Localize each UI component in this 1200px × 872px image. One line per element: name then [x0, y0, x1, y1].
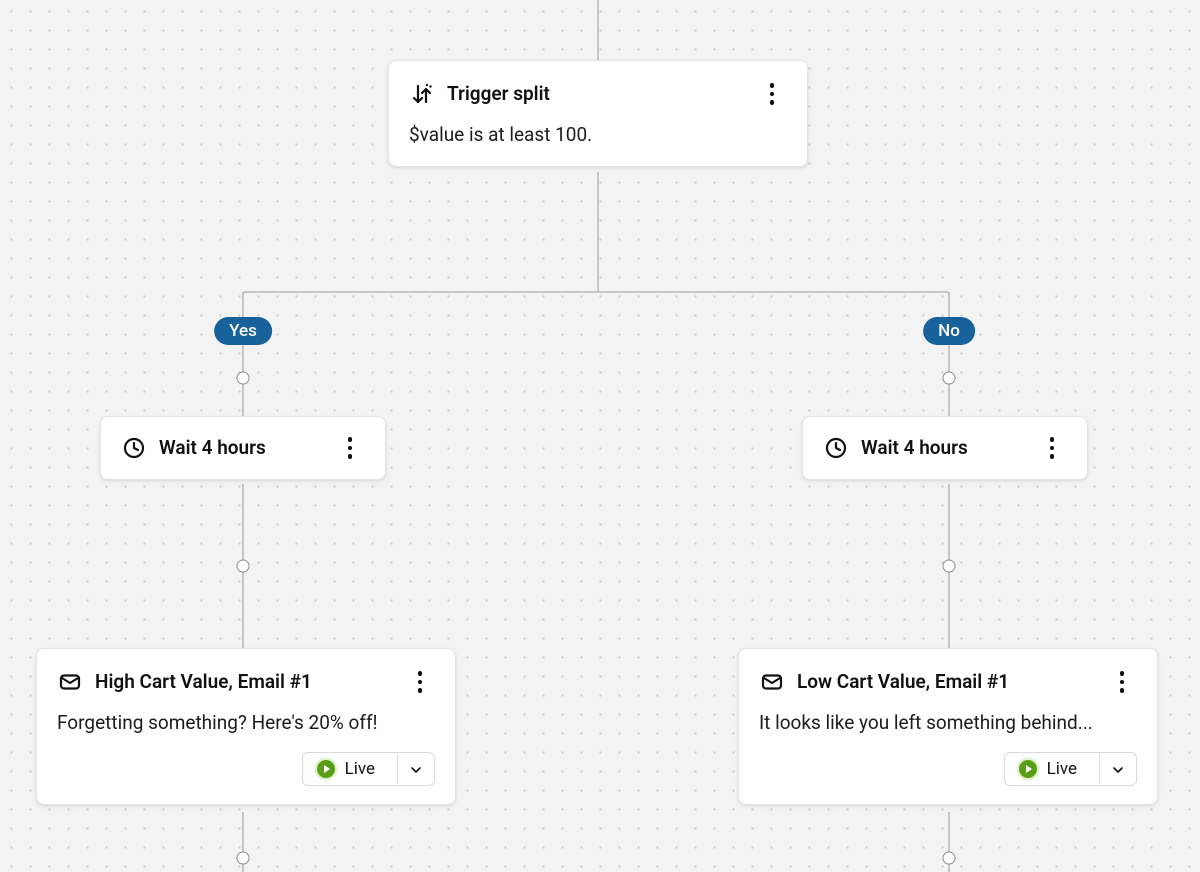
more-icon [348, 437, 353, 459]
connector-node[interactable] [943, 560, 956, 573]
email-card-right[interactable]: Low Cart Value, Email #1 It looks like y… [738, 648, 1158, 805]
email-preview-right: It looks like you left something behind.… [759, 711, 1137, 736]
connector-node[interactable] [943, 852, 956, 865]
wait-card-right[interactable]: Wait 4 hours [802, 416, 1088, 480]
more-button[interactable] [757, 79, 787, 109]
chevron-down-icon [1099, 754, 1136, 784]
clock-icon [121, 435, 147, 461]
more-icon [418, 671, 423, 693]
more-button[interactable] [1037, 433, 1067, 463]
wait-card-left[interactable]: Wait 4 hours [100, 416, 386, 480]
split-icon [409, 81, 435, 107]
trigger-split-card[interactable]: Trigger split $value is at least 100. [388, 60, 808, 167]
more-icon [770, 83, 775, 105]
connector-node[interactable] [943, 372, 956, 385]
branch-label-no: No [923, 317, 975, 345]
branch-label-yes: Yes [214, 317, 272, 345]
more-button[interactable] [405, 667, 435, 697]
more-icon [1050, 437, 1055, 459]
wait-title-right: Wait 4 hours [861, 437, 1025, 460]
status-label: Live [345, 759, 375, 779]
status-dropdown[interactable]: Live [1004, 752, 1137, 786]
more-icon [1120, 671, 1125, 693]
more-button[interactable] [335, 433, 365, 463]
more-button[interactable] [1107, 667, 1137, 697]
email-icon [759, 669, 785, 695]
wait-title-left: Wait 4 hours [159, 437, 323, 460]
status-dropdown[interactable]: Live [302, 752, 435, 786]
flow-canvas[interactable]: Yes No Trigger split $value is at least … [0, 0, 1200, 872]
trigger-split-description: $value is at least 100. [409, 123, 787, 148]
connector-node[interactable] [237, 560, 250, 573]
chevron-down-icon [397, 754, 434, 784]
email-card-left[interactable]: High Cart Value, Email #1 Forgetting som… [36, 648, 456, 805]
live-status-icon [317, 760, 335, 778]
trigger-split-title: Trigger split [447, 83, 745, 106]
connector-node[interactable] [237, 372, 250, 385]
email-icon [57, 669, 83, 695]
email-title-left: High Cart Value, Email #1 [95, 671, 393, 694]
live-status-icon [1019, 760, 1037, 778]
email-title-right: Low Cart Value, Email #1 [797, 671, 1095, 694]
email-preview-left: Forgetting something? Here's 20% off! [57, 711, 435, 736]
status-label: Live [1047, 759, 1077, 779]
connector-node[interactable] [237, 852, 250, 865]
clock-icon [823, 435, 849, 461]
